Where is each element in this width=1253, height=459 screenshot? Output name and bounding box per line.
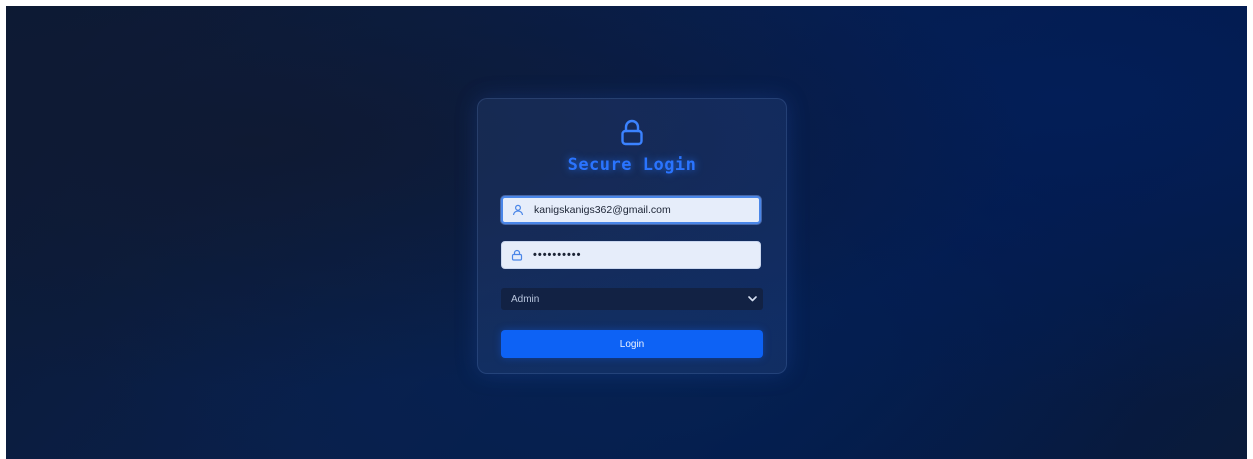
page-title: Secure Login bbox=[567, 155, 697, 175]
user-icon bbox=[512, 204, 524, 216]
password-field[interactable] bbox=[501, 241, 761, 269]
email-input[interactable] bbox=[534, 204, 754, 216]
lock-icon bbox=[511, 249, 523, 261]
lock-icon bbox=[621, 119, 643, 146]
login-page-background: Secure Login Admin Login bbox=[6, 6, 1247, 459]
login-card: Secure Login Admin Login bbox=[477, 98, 787, 374]
password-input[interactable] bbox=[533, 249, 753, 261]
role-select[interactable]: Admin bbox=[501, 288, 763, 310]
email-field[interactable] bbox=[501, 196, 761, 224]
chevron-down-icon bbox=[748, 296, 757, 302]
login-button[interactable]: Login bbox=[501, 330, 763, 358]
role-select-value: Admin bbox=[511, 293, 540, 305]
